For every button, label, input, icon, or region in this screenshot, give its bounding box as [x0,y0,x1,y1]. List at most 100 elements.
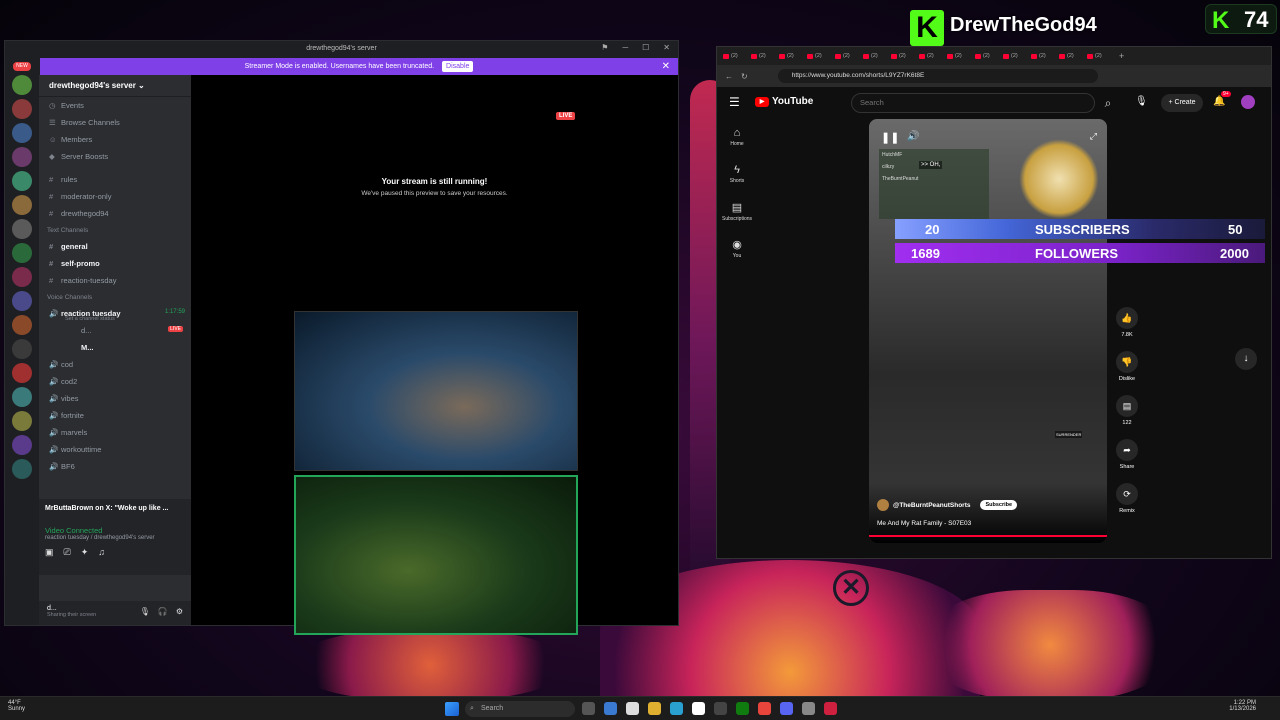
app-icon[interactable] [714,702,727,715]
server-icon[interactable] [12,363,32,383]
remix-button[interactable]: ⟳ Remix [1113,483,1141,527]
headphones-icon[interactable]: 🎧 [158,607,168,616]
volume-icon[interactable]: 🔊 [907,131,919,142]
server-icon[interactable] [12,243,32,263]
camera-button[interactable]: ▣ [45,547,54,558]
voice-fortnite[interactable]: 🔊 fortnite [39,407,191,424]
browser-tab[interactable]: (2) [1031,50,1057,62]
short-title[interactable]: Me And My Rat Family - S07E03 [877,520,971,527]
dislike-button[interactable]: 👎 Dislike [1113,351,1141,395]
start-button[interactable] [445,702,459,716]
channel-moderator-only[interactable]: # moderator-only [39,188,191,205]
channel-rules[interactable]: # rules [39,171,191,188]
voice-reaction-tuesday[interactable]: 🔊 reaction tuesday 1:17:59 [39,305,191,322]
browser-tab[interactable]: (2) [779,50,805,62]
webcam-tile[interactable] [294,311,578,471]
mic-icon[interactable]: 🎙 [140,607,150,616]
edge-icon[interactable] [670,702,683,715]
server-icon[interactable] [12,435,32,455]
fullscreen-icon[interactable]: ⤢ [1090,131,1097,142]
browser-tab[interactable]: (2) [947,50,973,62]
maximize-button[interactable]: ☐ [642,43,649,52]
browser-tab[interactable]: (2) [751,50,777,62]
inbox-icon[interactable]: ⚑ [601,43,608,52]
avatar[interactable] [1241,95,1255,109]
channel-avatar[interactable] [877,499,889,511]
soundboard-button[interactable]: ♫ [98,547,105,558]
browser-tab[interactable]: (2) [919,50,945,62]
server-icon[interactable] [12,387,32,407]
nav-you[interactable]: ◉ You [721,234,753,271]
server-icon[interactable] [12,99,32,119]
server-name[interactable]: drewthegod94's server ⌄ [39,75,191,97]
app-icon[interactable] [824,702,837,715]
shorts-player[interactable]: HutchMF cilkzy TheBurntPeanut >> OH, ❚❚ … [869,119,1107,543]
back-icon[interactable]: ← [725,72,733,81]
server-icon[interactable] [12,195,32,215]
taskbar-search[interactable]: ⌕ Search [465,701,575,717]
voice-vibes[interactable]: 🔊 vibes [39,390,191,407]
youtube-logo[interactable]: ▶ YouTube [755,96,813,107]
server-boosts-item[interactable]: ◆ Server Boosts [39,148,191,165]
server-icon[interactable] [12,147,32,167]
server-icon[interactable] [12,267,32,287]
url-field[interactable]: https://www.youtube.com/shorts/L9YZ7rK6t… [777,69,1098,83]
channel-drewthegod94[interactable]: # drewthegod94 [39,205,191,222]
browser-tab[interactable]: (2) [863,50,889,62]
close-banner-icon[interactable]: ✕ [662,58,670,75]
system-clock[interactable]: 1:22 PM 1/13/2026 [1229,700,1256,712]
events-item[interactable]: ◷ Events [39,97,191,114]
app-icon[interactable] [802,702,815,715]
disable-button[interactable]: Disable [442,61,474,72]
server-icon[interactable] [12,459,32,479]
browser-tab[interactable]: (2) [835,50,861,62]
server-icon[interactable] [12,219,32,239]
browser-tab[interactable]: (2) [975,50,1001,62]
server-icon[interactable] [12,411,32,431]
copilot-icon[interactable] [604,702,617,715]
server-icon[interactable] [12,75,32,95]
task-view-icon[interactable] [582,702,595,715]
pause-icon[interactable]: ❚❚ [881,131,899,144]
voice-member[interactable]: M... [39,339,191,356]
browser-tab[interactable]: (2) [1087,50,1113,62]
comments-button[interactable]: ▤ 122 [1113,395,1141,439]
subscribe-button[interactable]: Subscribe [980,500,1018,510]
obs-icon[interactable] [692,702,705,715]
share-button[interactable]: ➦ Share [1113,439,1141,483]
voice-member[interactable]: d... LIVE [39,322,191,339]
voice-channels-category[interactable]: Voice Channels [39,289,191,305]
webcam-tile[interactable] [294,475,578,635]
weather-widget[interactable]: 44°F Sunny [8,700,25,712]
notepad-icon[interactable] [626,702,639,715]
like-button[interactable]: 👍 7.8K [1113,307,1141,351]
minimize-button[interactable]: ─ [622,43,628,52]
voice-cod[interactable]: 🔊 cod [39,356,191,373]
server-icon[interactable] [12,171,32,191]
new-tab-button[interactable]: + [1119,51,1124,61]
members-item[interactable]: ☺ Members [39,131,191,148]
reload-icon[interactable]: ↻ [741,72,748,81]
short-channel[interactable]: @TheBurntPeanutShorts Subscribe [877,499,1018,511]
notifications-icon[interactable]: 🔔 [1213,96,1225,107]
text-channels-category[interactable]: Text Channels [39,222,191,238]
file-explorer-icon[interactable] [648,702,661,715]
menu-icon[interactable]: ☰ [729,95,740,109]
close-button[interactable]: ✕ [663,43,670,52]
voice-marvels[interactable]: 🔊 marvels [39,424,191,441]
next-short-button[interactable]: ↓ [1235,348,1257,370]
activities-button[interactable]: ✦ [81,547,89,558]
nav-shorts[interactable]: ϟ Shorts [721,160,753,197]
nav-subscriptions[interactable]: ▤ Subscriptions [721,197,753,234]
search-input[interactable] [860,98,1060,107]
create-button[interactable]: + Create [1161,94,1203,112]
settings-icon[interactable]: ⚙ [176,607,183,616]
channel-self-promo[interactable]: # self-promo [39,255,191,272]
discord-icon[interactable] [780,702,793,715]
progress-bar[interactable] [869,535,1107,537]
browser-tab[interactable]: (2) [1059,50,1085,62]
voice-cod2[interactable]: 🔊 cod2 [39,373,191,390]
browser-tab[interactable]: (2) [723,50,749,62]
screen-share-button[interactable]: ⎚ [64,547,71,558]
browser-tab[interactable]: (2) [1003,50,1029,62]
